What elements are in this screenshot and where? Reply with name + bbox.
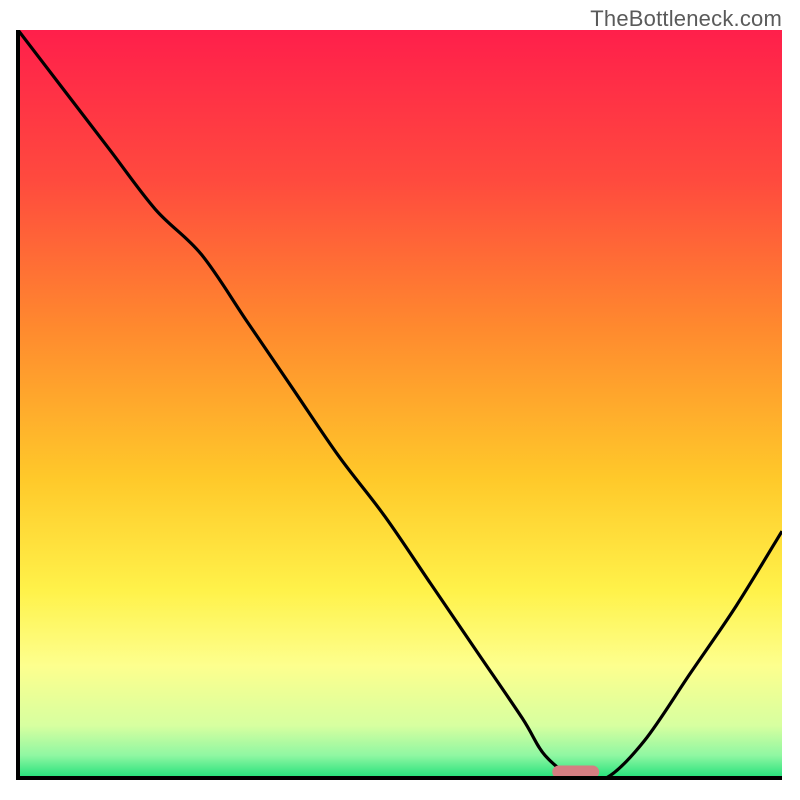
watermark-text: TheBottleneck.com xyxy=(590,6,782,32)
chart-svg xyxy=(0,0,800,800)
bottleneck-chart: TheBottleneck.com xyxy=(0,0,800,800)
plot-background xyxy=(18,30,782,778)
